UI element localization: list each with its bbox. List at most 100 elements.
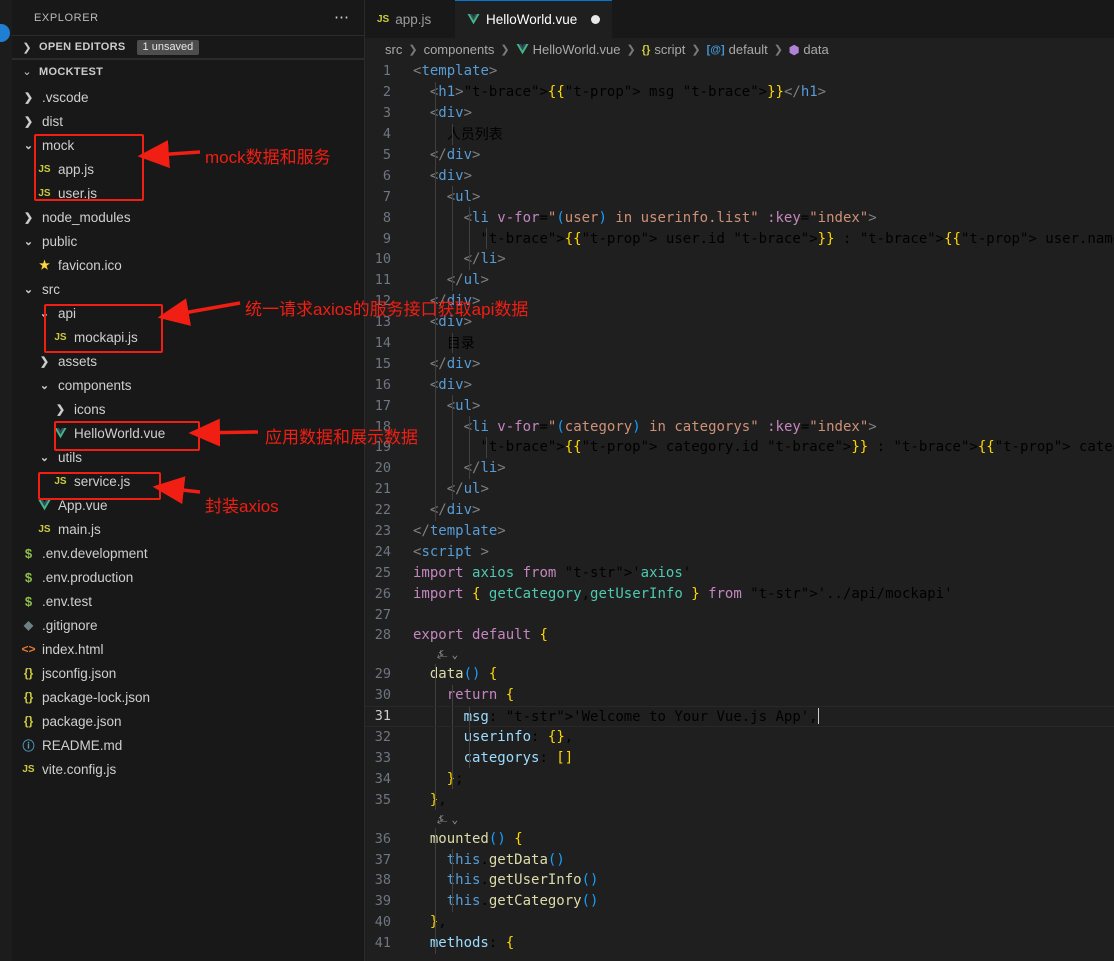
code-line[interactable]: 16 <div> <box>365 374 1114 395</box>
chevron-right-icon: ❯ <box>36 355 53 368</box>
tree-file-env-production[interactable]: $.env.production <box>12 565 364 589</box>
tree-file-user-js[interactable]: JSuser.js <box>12 181 364 205</box>
code-line[interactable]: 26import { getCategory,getUserInfo } fro… <box>365 583 1114 604</box>
code-editor[interactable]: 1<template>2 <h1>"t-brace">{{"t-prop"> m… <box>365 61 1114 961</box>
code-line[interactable]: 8 <li v-for="(user) in userinfo.list" :k… <box>365 207 1114 228</box>
tree-folder-icons[interactable]: ❯icons <box>12 397 364 421</box>
code-line[interactable]: 6 <div> <box>365 165 1114 186</box>
tree-file-favicon-ico[interactable]: ★favicon.ico <box>12 253 364 277</box>
tree-file-env-test[interactable]: $.env.test <box>12 589 364 613</box>
tree-file-package-json[interactable]: {}package.json <box>12 709 364 733</box>
tree-folder-components[interactable]: ⌄components <box>12 373 364 397</box>
code-line[interactable]: 38 this.getUserInfo() <box>365 870 1114 891</box>
editor-tab-app-js[interactable]: JSapp.js <box>365 0 455 38</box>
tree-file-jsconfig-json[interactable]: {}jsconfig.json <box>12 661 364 685</box>
code-line[interactable]: 22 </div> <box>365 500 1114 521</box>
tree-file-helloworld-vue[interactable]: HelloWorld.vue <box>12 421 364 445</box>
code-line[interactable]: 4 人员列表 <box>365 124 1114 145</box>
tree-folder-dist[interactable]: ❯dist <box>12 109 364 133</box>
code-text: data() { <box>413 666 497 682</box>
breadcrumb-item-script[interactable]: {}script <box>642 42 686 57</box>
code-text: </div> <box>413 293 480 309</box>
code-line[interactable]: 29 data() { <box>365 664 1114 685</box>
code-line[interactable]: 36 mounted() { <box>365 828 1114 849</box>
unsaved-dot-icon[interactable] <box>591 15 600 24</box>
tree-file-app-vue[interactable]: App.vue <box>12 493 364 517</box>
code-line[interactable]: 37 this.getData() <box>365 849 1114 870</box>
code-line[interactable]: 34 }; <box>365 768 1114 789</box>
code-line[interactable]: 3 <div> <box>365 103 1114 124</box>
tree-file-package-lock-json[interactable]: {}package-lock.json <box>12 685 364 709</box>
code-line[interactable]: 1<template> <box>365 61 1114 82</box>
code-line[interactable]: 25import axios from "t-str">'axios' <box>365 562 1114 583</box>
tree-file-app-js[interactable]: JSapp.js <box>12 157 364 181</box>
code-line[interactable]: 20 </li> <box>365 458 1114 479</box>
code-line[interactable]: 39 this.getCategory() <box>365 891 1114 912</box>
breadcrumb-item-helloworld-vue[interactable]: HelloWorld.vue <box>516 42 621 57</box>
tree-file-main-js[interactable]: JSmain.js <box>12 517 364 541</box>
code-line[interactable]: 14 目录 <box>365 333 1114 354</box>
tree-file-service-js[interactable]: JSservice.js <box>12 469 364 493</box>
ellipsis-icon[interactable]: ⋯ <box>334 14 350 22</box>
breadcrumb-item-default[interactable]: [@]default <box>707 42 768 57</box>
tree-file-env-development[interactable]: $.env.development <box>12 541 364 565</box>
tree-folder-node-modules[interactable]: ❯node_modules <box>12 205 364 229</box>
code-line[interactable]: 9 "t-brace">{{"t-prop"> user.id "t-brace… <box>365 228 1114 249</box>
tree-folder-src[interactable]: ⌄src <box>12 277 364 301</box>
code-text: <h1>"t-brace">{{"t-prop"> msg "t-brace">… <box>413 84 826 100</box>
tree-folder-vscode[interactable]: ❯.vscode <box>12 85 364 109</box>
vue-codelens-icon[interactable]: ⍼⌄ <box>437 812 458 827</box>
code-line[interactable]: 10 </li> <box>365 249 1114 270</box>
tree-folder-mock[interactable]: ⌄mock <box>12 133 364 157</box>
code-line[interactable]: 5 </div> <box>365 145 1114 166</box>
code-line[interactable]: 15 </div> <box>365 353 1114 374</box>
code-line[interactable]: 35 }, <box>365 789 1114 810</box>
code-line[interactable]: 40 }, <box>365 912 1114 933</box>
open-editors-section[interactable]: ❯ OPEN EDITORS 1 unsaved <box>12 35 364 59</box>
code-line[interactable]: 7 <ul> <box>365 186 1114 207</box>
tree-file-gitignore[interactable]: ◆.gitignore <box>12 613 364 637</box>
code-line[interactable]: 24<script > <box>365 541 1114 562</box>
breadcrumb-item-data[interactable]: ⬢data <box>789 42 829 57</box>
project-root-section[interactable]: ⌄ MOCKTEST <box>12 59 364 83</box>
code-line[interactable]: 13 <div> <box>365 312 1114 333</box>
tree-folder-assets[interactable]: ❯assets <box>12 349 364 373</box>
code-line[interactable]: 21 </ul> <box>365 479 1114 500</box>
breadcrumb-item-src[interactable]: src <box>385 42 402 57</box>
line-number: 23 <box>365 523 413 539</box>
code-line[interactable]: 2 <h1>"t-brace">{{"t-prop"> msg "t-brace… <box>365 82 1114 103</box>
code-text: </li> <box>413 460 506 476</box>
code-line[interactable]: 33 categorys: [] <box>365 748 1114 769</box>
tree-folder-api[interactable]: ⌄api <box>12 301 364 325</box>
code-line[interactable]: 11 </ul> <box>365 270 1114 291</box>
vue-codelens-icon[interactable]: ⍼⌄ <box>437 647 458 662</box>
breadcrumb-item-components[interactable]: components <box>424 42 495 57</box>
codelens-row[interactable]: ⍼⌄ <box>365 810 1114 828</box>
code-line[interactable]: 28export default { <box>365 625 1114 646</box>
env-file-icon: $ <box>25 570 32 585</box>
code-line[interactable]: 27 <box>365 604 1114 625</box>
account-badge-icon[interactable] <box>0 24 10 42</box>
code-line[interactable]: 31 msg: "t-str">'Welcome to Your Vue.js … <box>365 706 1114 727</box>
code-line[interactable]: 32 userinfo: {}, <box>365 727 1114 748</box>
code-line[interactable]: 23</template> <box>365 521 1114 542</box>
tree-file-mockapi-js[interactable]: JSmockapi.js <box>12 325 364 349</box>
line-number: 37 <box>365 852 413 868</box>
code-line[interactable]: 18 <li v-for="(category) in categorys" :… <box>365 416 1114 437</box>
code-line[interactable]: 12 </div> <box>365 291 1114 312</box>
tree-folder-public[interactable]: ⌄public <box>12 229 364 253</box>
codelens-row[interactable]: ⍼⌄ <box>365 646 1114 664</box>
code-line[interactable]: 41 methods: { <box>365 933 1114 954</box>
tree-folder-utils[interactable]: ⌄utils <box>12 445 364 469</box>
activity-bar[interactable] <box>0 0 12 961</box>
cube-icon: ⬢ <box>789 43 799 57</box>
line-number: 4 <box>365 126 413 142</box>
line-number: 9 <box>365 231 413 247</box>
code-line[interactable]: 17 <ul> <box>365 395 1114 416</box>
editor-tab-helloworld-vue[interactable]: HelloWorld.vue <box>455 0 612 38</box>
tree-file-index-html[interactable]: <>index.html <box>12 637 364 661</box>
tree-file-readme-md[interactable]: ⓘREADME.md <box>12 733 364 757</box>
tree-file-vite-config-js[interactable]: JSvite.config.js <box>12 757 364 781</box>
code-line[interactable]: 30 return { <box>365 685 1114 706</box>
code-line[interactable]: 19 "t-brace">{{"t-prop"> category.id "t-… <box>365 437 1114 458</box>
